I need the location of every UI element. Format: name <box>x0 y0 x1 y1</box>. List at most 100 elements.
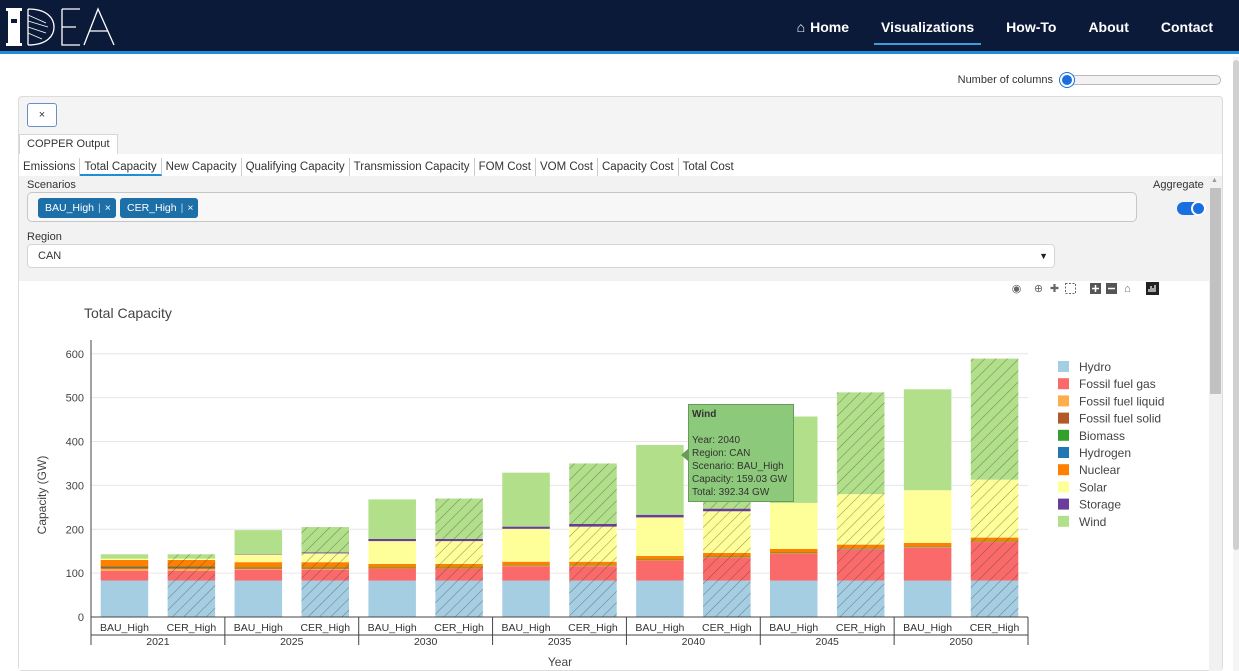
nav-contact[interactable]: Contact <box>1145 0 1229 54</box>
bar-segment-solar[interactable] <box>368 541 416 564</box>
columns-slider[interactable] <box>1060 73 1221 87</box>
camera-icon[interactable]: ◉ <box>1010 282 1023 295</box>
scroll-up-icon[interactable]: ▲ <box>1211 177 1218 184</box>
panel-scrollbar[interactable]: ▲ <box>1209 176 1222 671</box>
columns-slider-thumb[interactable] <box>1060 73 1074 87</box>
bar-segment-biomass[interactable] <box>769 552 818 554</box>
tab-copper-output[interactable]: COPPER Output <box>19 134 118 154</box>
bar-segment-biomass[interactable] <box>636 559 684 561</box>
legend-swatch <box>1058 395 1069 407</box>
plotly-logo-icon[interactable] <box>1146 282 1159 295</box>
bar-segment-fossil-fuel-gas[interactable] <box>502 566 550 581</box>
bar-segment-nuclear[interactable] <box>769 549 818 553</box>
bar-segment-biomass[interactable] <box>502 565 550 566</box>
legend-swatch <box>1058 447 1069 458</box>
bar-segment-fossil-fuel-gas[interactable] <box>769 553 818 581</box>
bar-segment-fossil-fuel-gas[interactable] <box>234 569 283 581</box>
page-scrollbar-thumb[interactable] <box>1233 60 1239 550</box>
bar-segment-hydro[interactable] <box>502 580 550 617</box>
bar-hatch-hydro <box>970 580 1019 617</box>
tab-vom-cost[interactable]: VOM Cost <box>536 158 598 176</box>
bar-segment-hydro[interactable] <box>100 580 149 617</box>
pan-icon[interactable]: ✚ <box>1048 282 1061 295</box>
bar-segment-biomass[interactable] <box>234 567 283 569</box>
close-panel-button[interactable]: × <box>27 103 57 127</box>
site-logo[interactable] <box>6 5 121 49</box>
bar-segment-wind[interactable] <box>502 472 550 527</box>
bar-segment-solar[interactable] <box>903 490 952 543</box>
legend-item[interactable]: Storage <box>1058 498 1121 512</box>
legend-item[interactable]: Biomass <box>1058 429 1125 443</box>
scenarios-multiselect[interactable]: BAU_High | × CER_High | × <box>27 192 1137 222</box>
bar-segment-solar[interactable] <box>769 502 818 549</box>
scenario-chip-cer-high: CER_High | × <box>120 198 199 218</box>
nav-home[interactable]: ⌂ Home <box>781 0 865 54</box>
reset-axes-icon[interactable]: ⌂ <box>1121 282 1134 295</box>
bar-segment-solar[interactable] <box>502 528 550 562</box>
bar-segment-wind[interactable] <box>636 445 684 515</box>
legend-item[interactable]: Fossil fuel solid <box>1058 412 1161 426</box>
bar-segment-solar[interactable] <box>100 558 149 560</box>
legend-item[interactable]: Wind <box>1058 515 1106 529</box>
bar-segment-wind[interactable] <box>903 389 952 491</box>
zoom-out-icon[interactable] <box>1105 282 1118 295</box>
bar-segment-hydro[interactable] <box>769 580 818 617</box>
scrollbar-thumb[interactable] <box>1210 188 1221 394</box>
legend-item[interactable]: Hydrogen <box>1058 446 1131 460</box>
bar-segment-solar[interactable] <box>234 554 283 563</box>
bar-segment-storage[interactable] <box>502 526 550 529</box>
legend-item[interactable]: Nuclear <box>1058 463 1120 477</box>
bar-segment-fossil-fuel-liquid[interactable] <box>234 568 283 570</box>
remove-chip-icon[interactable]: × <box>105 202 111 214</box>
scenario-tick-label: BAU_High <box>903 622 952 634</box>
bar-segment-fossil-fuel-gas[interactable] <box>903 547 952 581</box>
bar-segment-storage[interactable] <box>636 514 684 518</box>
legend-item[interactable]: Hydro <box>1058 360 1111 374</box>
tab-total-capacity[interactable]: Total Capacity <box>80 158 162 176</box>
bar-segment-storage[interactable] <box>234 553 283 555</box>
tab-new-capacity[interactable]: New Capacity <box>162 158 242 176</box>
bar-segment-nuclear[interactable] <box>100 559 149 567</box>
legend-item[interactable]: Fossil fuel gas <box>1058 377 1156 391</box>
bar-segment-wind[interactable] <box>100 554 149 559</box>
bar-segment-hydro[interactable] <box>234 580 283 617</box>
bar-segment-wind[interactable] <box>368 499 416 539</box>
tab-capacity-cost[interactable]: Capacity Cost <box>598 158 679 176</box>
bar-segment-hydro[interactable] <box>636 580 684 617</box>
region-select[interactable]: CAN ▼ <box>27 244 1055 268</box>
zoom-in-icon[interactable] <box>1089 282 1102 295</box>
bar-segment-fossil-fuel-solid[interactable] <box>100 566 149 569</box>
nav-how-to[interactable]: How-To <box>990 0 1072 54</box>
nav-about[interactable]: About <box>1072 0 1144 54</box>
bar-segment-fossil-fuel-liquid[interactable] <box>100 568 149 571</box>
legend-item[interactable]: Fossil fuel liquid <box>1058 394 1164 408</box>
tab-transmission-capacity[interactable]: Transmission Capacity <box>350 158 475 176</box>
bar-segment-hydro[interactable] <box>368 580 416 617</box>
tab-total-cost[interactable]: Total Cost <box>679 158 738 176</box>
bar-segment-fossil-fuel-gas[interactable] <box>100 570 149 581</box>
zoom-icon[interactable]: ⊕ <box>1032 282 1045 295</box>
remove-chip-icon[interactable]: × <box>187 202 193 214</box>
bar-segment-nuclear[interactable] <box>903 542 952 547</box>
bar-segment-nuclear[interactable] <box>368 563 416 568</box>
bar-segment-wind[interactable] <box>234 530 283 554</box>
bar-segment-biomass[interactable] <box>903 546 952 547</box>
legend-item[interactable]: Solar <box>1058 480 1107 494</box>
bar-segment-nuclear[interactable] <box>234 562 283 568</box>
tab-emissions[interactable]: Emissions <box>19 158 81 176</box>
aggregate-toggle[interactable] <box>1177 201 1206 216</box>
bar-segment-nuclear[interactable] <box>502 561 550 566</box>
bar-segment-hydro[interactable] <box>903 580 952 617</box>
tab-fom-cost[interactable]: FOM Cost <box>475 158 536 176</box>
bar-segment-fossil-fuel-gas[interactable] <box>636 560 684 581</box>
nav-visualizations[interactable]: Visualizations <box>865 0 990 54</box>
bar-segment-storage[interactable] <box>368 538 416 542</box>
bar-segment-biomass[interactable] <box>368 567 416 569</box>
bar-segment-nuclear[interactable] <box>636 556 684 560</box>
page-scrollbar[interactable] <box>1233 57 1239 671</box>
bar-segment-biomass[interactable] <box>100 566 149 567</box>
bar-segment-fossil-fuel-gas[interactable] <box>368 568 416 581</box>
bar-segment-solar[interactable] <box>636 517 684 557</box>
tab-qualifying-capacity[interactable]: Qualifying Capacity <box>242 158 350 176</box>
box-select-icon[interactable] <box>1064 282 1077 295</box>
